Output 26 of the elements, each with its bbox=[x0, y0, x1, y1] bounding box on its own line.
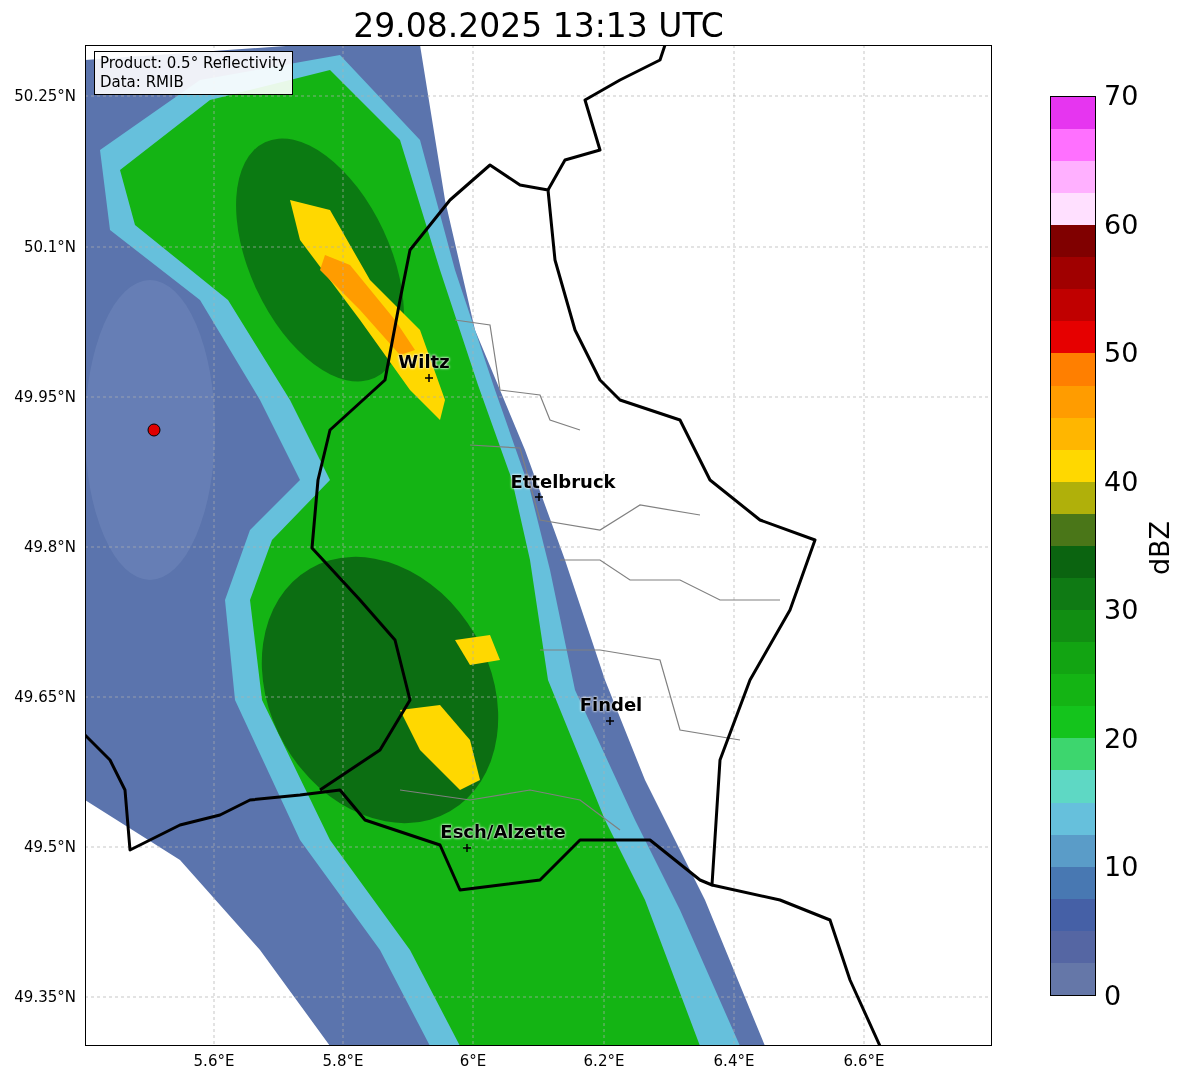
colorbar-tick-label: 30 bbox=[1104, 595, 1139, 626]
longitude-tick-label: 6°E bbox=[459, 1052, 487, 1070]
city-label: Esch/Alzette bbox=[440, 822, 566, 842]
latitude-tick-label: 49.5°N bbox=[23, 838, 76, 856]
colorbar-tick-label: 60 bbox=[1104, 209, 1139, 240]
longitude-tick-label: 6.6°E bbox=[843, 1052, 885, 1070]
legend-text: Product: 0.5° Reflectivity bbox=[100, 54, 287, 73]
chart-title: 29.08.2025 13:13 UTC bbox=[352, 5, 725, 47]
colorbar-tick-label: 20 bbox=[1104, 723, 1139, 754]
latitude-tick-label: 49.95°N bbox=[14, 388, 76, 406]
colorbar-label: dBZ bbox=[1145, 520, 1175, 576]
longitude-tick-label: 5.8°E bbox=[322, 1052, 364, 1070]
latitude-tick-label: 49.8°N bbox=[23, 538, 76, 556]
colorbar-tick-label: 0 bbox=[1104, 981, 1122, 1011]
colorbar-tick-label: 40 bbox=[1104, 466, 1139, 497]
longitude-tick-label: 6.4°E bbox=[713, 1052, 755, 1070]
latitude-tick-label: 50.25°N bbox=[14, 87, 76, 105]
colorbar-tick-label: 70 bbox=[1104, 81, 1139, 111]
latitude-tick-label: 49.65°N bbox=[14, 688, 76, 706]
latitude-tick-label: 50.1°N bbox=[23, 238, 76, 256]
longitude-tick-label: 6.2°E bbox=[583, 1052, 625, 1070]
legend-text: Data: RMIB bbox=[100, 73, 185, 92]
longitude-tick-label: 5.6°E bbox=[193, 1052, 235, 1070]
colorbar-tick-label: 50 bbox=[1104, 338, 1139, 369]
latitude-tick-label: 49.35°N bbox=[14, 988, 76, 1006]
colorbar-tick-label: 10 bbox=[1104, 852, 1139, 883]
